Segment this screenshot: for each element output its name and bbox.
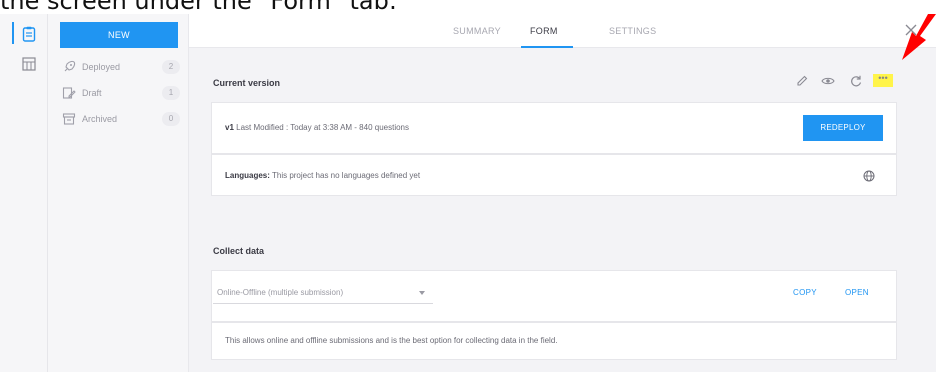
more-options-button[interactable]: ••• (873, 74, 893, 87)
sidebar-item-archived[interactable]: Archived 0 (62, 110, 180, 128)
icon-rail (0, 14, 48, 372)
new-button[interactable]: NEW (60, 22, 178, 48)
open-button[interactable]: OPEN (845, 288, 869, 297)
sidebar: NEW Deployed 2 Draft 1 Archived 0 (48, 14, 188, 372)
clipboard-icon[interactable] (22, 26, 36, 42)
sidebar-item-label: Deployed (82, 62, 121, 72)
count-badge: 1 (162, 86, 180, 100)
sidebar-item-deployed[interactable]: Deployed 2 (62, 58, 180, 76)
collect-description: This allows online and offline submissio… (225, 336, 558, 345)
globe-icon[interactable] (863, 169, 875, 182)
select-value: Online-Offline (multiple submission) (217, 288, 344, 297)
library-icon[interactable] (22, 56, 36, 72)
preview-icon[interactable] (821, 74, 835, 88)
current-version-title: Current version (213, 78, 281, 88)
languages-text: This project has no languages defined ye… (271, 171, 421, 180)
languages-label: Languages: (225, 171, 270, 180)
sidebar-item-draft[interactable]: Draft 1 (62, 84, 180, 102)
sidebar-item-label: Draft (82, 88, 102, 98)
count-badge: 0 (162, 112, 180, 126)
last-modified-text: Last Modified : Today at 3:38 AM - 840 q… (236, 123, 409, 132)
collection-method-select[interactable]: Online-Offline (multiple submission) (213, 282, 433, 304)
archive-icon (62, 112, 76, 126)
chevron-down-icon (419, 291, 425, 295)
languages-info: Languages: This project has no languages… (225, 171, 420, 180)
collect-data-title: Collect data (213, 246, 265, 256)
main-panel: SUMMARY FORM SETTINGS Current version ••… (188, 14, 936, 372)
rocket-icon (62, 60, 76, 74)
version-label: v1 (225, 123, 234, 132)
app-window: NEW Deployed 2 Draft 1 Archived 0 SUMMAR… (0, 14, 936, 372)
version-info: v1 Last Modified : Today at 3:38 AM - 84… (225, 123, 409, 132)
tab-summary[interactable]: SUMMARY (453, 14, 501, 48)
active-tab-indicator (521, 46, 573, 48)
draft-icon (62, 86, 76, 100)
edit-icon[interactable] (795, 74, 809, 88)
sidebar-item-label: Archived (82, 114, 118, 124)
tab-bar: SUMMARY FORM SETTINGS (189, 14, 936, 48)
tab-settings[interactable]: SETTINGS (609, 14, 656, 48)
active-indicator (12, 22, 14, 44)
annotation-arrow (898, 14, 936, 66)
copy-button[interactable]: COPY (793, 288, 817, 297)
redeploy-button[interactable]: REDEPLOY (803, 115, 883, 141)
tab-form[interactable]: FORM (530, 14, 558, 48)
refresh-icon[interactable] (849, 74, 863, 88)
count-badge: 2 (162, 60, 180, 74)
caption-text: the screen under the "Form" tab: (0, 0, 397, 15)
